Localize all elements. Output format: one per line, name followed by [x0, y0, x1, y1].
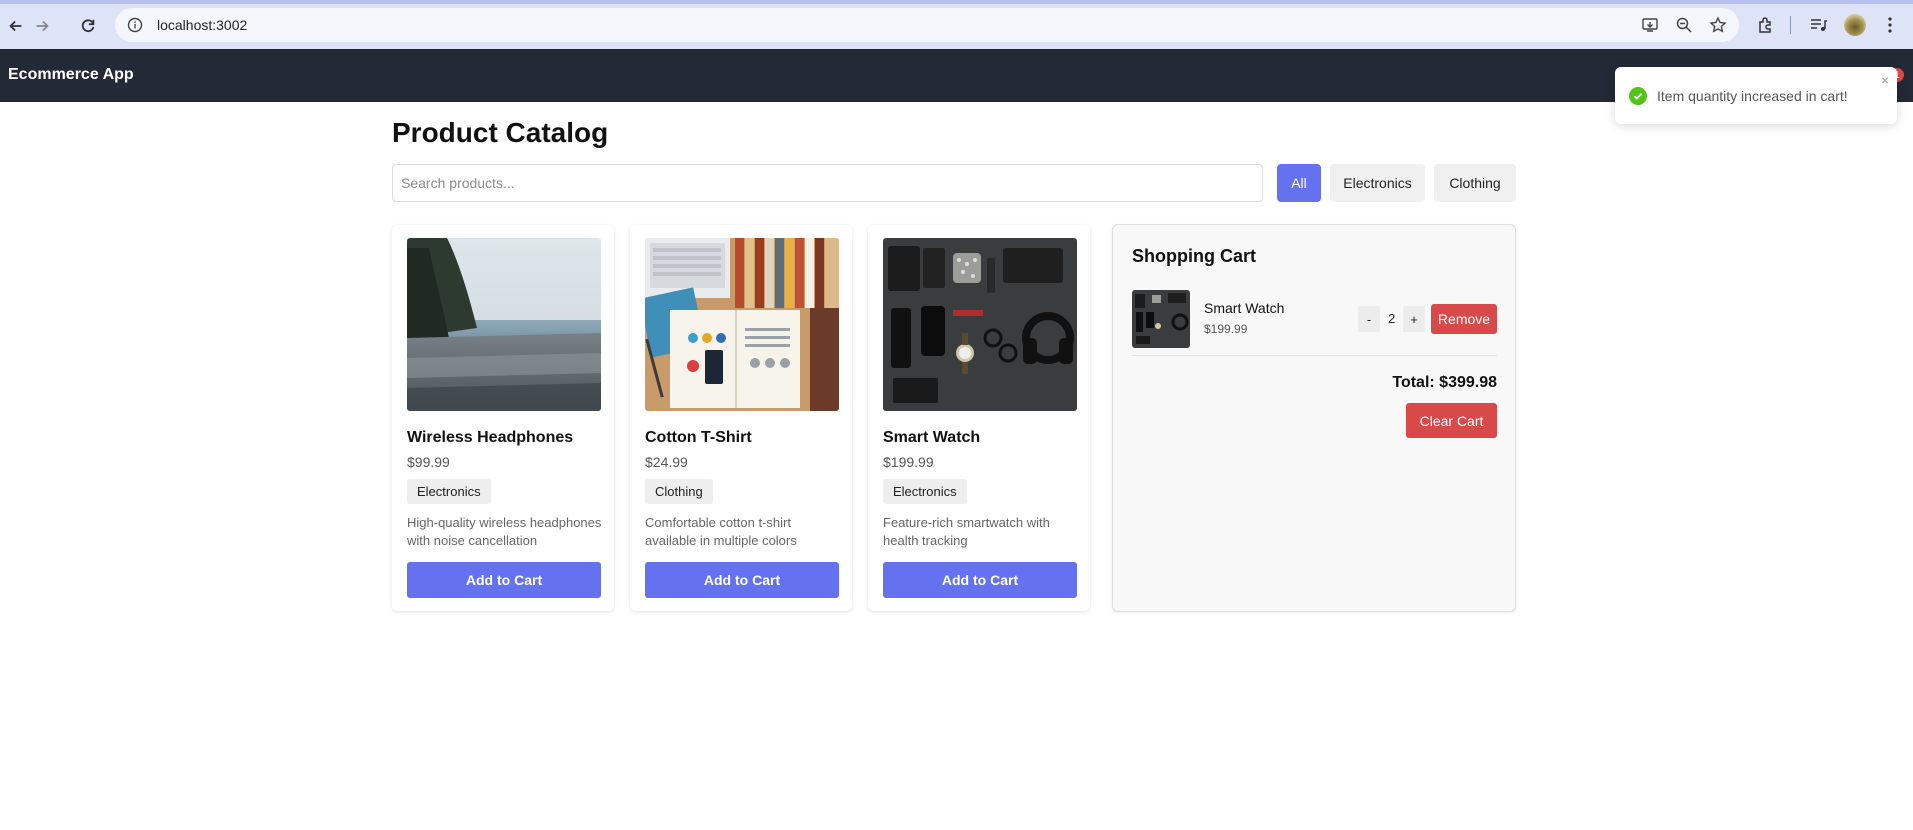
- product-name[interactable]: Cotton T-Shirt: [645, 429, 752, 447]
- cart-item-image: [1132, 290, 1190, 348]
- category-tag: Electronics: [407, 479, 491, 504]
- product-card: Cotton T-Shirt $24.99 Clothing Comfortab…: [630, 225, 852, 611]
- toolbar-separator: [1790, 12, 1791, 38]
- category-tag: Clothing: [645, 479, 713, 504]
- product-description: High-quality wireless headphones with no…: [407, 515, 602, 548]
- zoom-icon[interactable]: [1673, 14, 1695, 36]
- kebab-menu-icon: [1888, 17, 1892, 33]
- cart-title: Shopping Cart: [1132, 246, 1256, 266]
- media-controls-button[interactable]: [1808, 12, 1828, 38]
- cart-total: Total: $399.98: [1392, 374, 1497, 391]
- toast-close-icon[interactable]: ×: [1881, 72, 1889, 88]
- avatar: [1844, 14, 1866, 36]
- increase-quantity-button[interactable]: +: [1403, 306, 1425, 332]
- toast-message: Item quantity increased in cart!: [1657, 87, 1848, 104]
- install-app-icon[interactable]: [1639, 14, 1661, 36]
- address-bar[interactable]: localhost:3002: [115, 8, 1739, 42]
- decrease-quantity-button[interactable]: -: [1358, 306, 1380, 332]
- tab-strip: [0, 0, 1913, 4]
- cart-divider: [1132, 355, 1497, 356]
- forward-button[interactable]: [28, 12, 56, 40]
- reload-icon: [81, 19, 95, 33]
- arrow-right-icon: [36, 20, 49, 32]
- product-image[interactable]: [407, 238, 601, 411]
- shopping-cart-panel: Shopping Cart Smart Watch $199.99 - + Re…: [1112, 224, 1516, 612]
- site-info-icon[interactable]: [125, 15, 145, 35]
- product-card: Smart Watch $199.99 Electronics Feature-…: [868, 225, 1090, 611]
- add-to-cart-button[interactable]: Add to Cart: [883, 562, 1077, 598]
- product-price: $24.99: [645, 454, 688, 470]
- filter-all-button[interactable]: All: [1277, 164, 1321, 202]
- check-circle-icon: [1629, 86, 1647, 105]
- reload-button[interactable]: [74, 12, 102, 40]
- browser-chrome: localhost:3002: [0, 0, 1913, 49]
- search-input[interactable]: [392, 164, 1263, 202]
- arrow-left-icon: [9, 20, 22, 32]
- filter-clothing-button[interactable]: Clothing: [1434, 164, 1516, 202]
- cart-item-price: $199.99: [1204, 322, 1248, 336]
- back-button[interactable]: [2, 12, 30, 40]
- toast-notification: Item quantity increased in cart! ×: [1615, 67, 1897, 124]
- page-title: Product Catalog: [392, 117, 609, 148]
- browser-menu-button[interactable]: [1880, 12, 1900, 38]
- product-name[interactable]: Wireless Headphones: [407, 429, 573, 447]
- remove-item-button[interactable]: Remove: [1431, 304, 1497, 334]
- filter-electronics-button[interactable]: Electronics: [1330, 164, 1425, 202]
- bookmark-star-icon[interactable]: [1707, 14, 1729, 36]
- clear-cart-button[interactable]: Clear Cart: [1406, 403, 1497, 438]
- category-tag: Electronics: [883, 479, 967, 504]
- cart-item-quantity: 2: [1388, 311, 1396, 326]
- add-to-cart-button[interactable]: Add to Cart: [645, 562, 839, 598]
- product-image[interactable]: [645, 238, 839, 411]
- product-card: Wireless Headphones $99.99 Electronics H…: [392, 225, 614, 611]
- product-name[interactable]: Smart Watch: [883, 429, 980, 447]
- product-image[interactable]: [883, 238, 1077, 411]
- puzzle-icon: [1759, 17, 1771, 33]
- extensions-button[interactable]: [1756, 12, 1776, 38]
- product-description: Comfortable cotton t-shirt available in …: [645, 515, 797, 548]
- product-price: $199.99: [883, 454, 934, 470]
- add-to-cart-button[interactable]: Add to Cart: [407, 562, 601, 598]
- brand-logo[interactable]: Ecommerce App: [8, 66, 134, 84]
- product-description: Feature-rich smartwatch with health trac…: [883, 515, 1050, 548]
- product-price: $99.99: [407, 454, 450, 470]
- url-text[interactable]: localhost:3002: [157, 17, 247, 33]
- omnibox-actions: [1639, 14, 1729, 36]
- cart-item-name: Smart Watch: [1204, 300, 1285, 316]
- media-queue-icon: [1811, 19, 1827, 31]
- profile-avatar-button[interactable]: [1844, 12, 1866, 38]
